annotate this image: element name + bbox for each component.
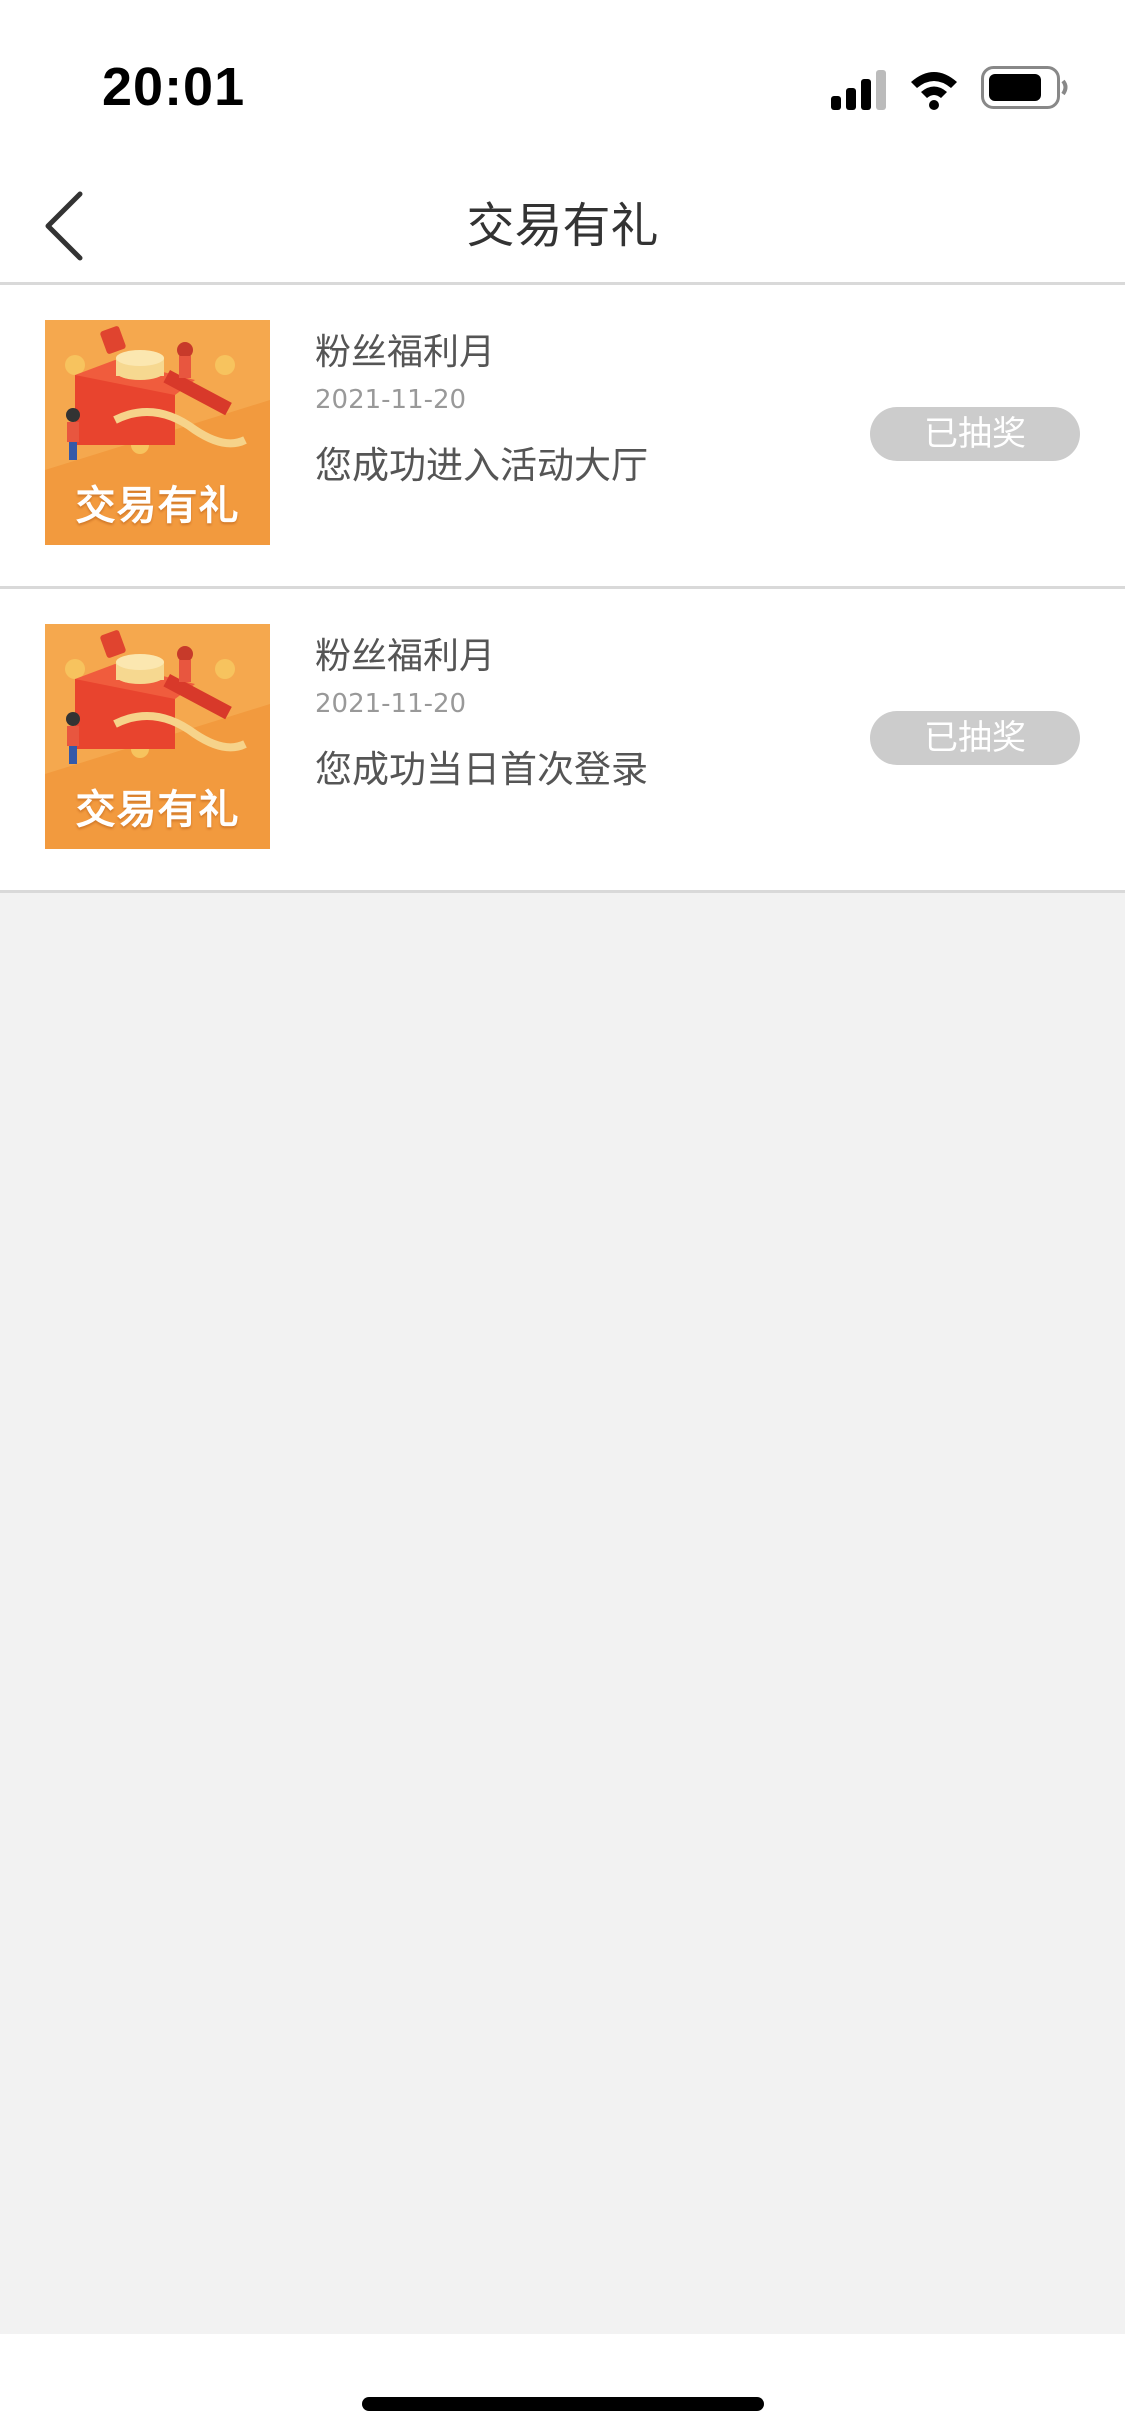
wifi-icon xyxy=(911,72,957,110)
status-bar: 20:01 xyxy=(0,0,1125,170)
activity-list: 交易有礼 粉丝福利月 2021-11-20 您成功进入活动大厅 已抽奖 交易有礼… xyxy=(0,285,1125,893)
item-description: 您成功进入活动大厅 xyxy=(315,444,648,487)
drawn-status-badge[interactable]: 已抽奖 xyxy=(870,407,1080,461)
battery-icon xyxy=(981,66,1068,109)
item-title: 粉丝福利月 xyxy=(315,636,496,677)
nav-bar: 交易有礼 xyxy=(0,170,1125,285)
list-item[interactable]: 交易有礼 粉丝福利月 2021-11-20 您成功当日首次登录 已抽奖 xyxy=(0,589,1125,893)
cellular-signal-icon xyxy=(831,70,886,110)
page: 20:01 交易有礼 交易有礼 粉丝福利月 2021-11-20 您成功进入活动… xyxy=(0,0,1125,2436)
list-item[interactable]: 交易有礼 粉丝福利月 2021-11-20 您成功进入活动大厅 已抽奖 xyxy=(0,285,1125,589)
gift-thumbnail: 交易有礼 xyxy=(45,624,270,849)
item-date: 2021-11-20 xyxy=(315,385,467,415)
item-description: 您成功当日首次登录 xyxy=(315,748,648,791)
item-title: 粉丝福利月 xyxy=(315,332,496,373)
thumbnail-caption: 交易有礼 xyxy=(75,482,240,529)
thumbnail-caption: 交易有礼 xyxy=(75,786,240,833)
status-time: 20:01 xyxy=(102,57,246,117)
status-icons xyxy=(831,62,1071,116)
home-indicator[interactable] xyxy=(362,2397,764,2411)
bottom-safe-area xyxy=(0,2334,1125,2436)
gift-thumbnail: 交易有礼 xyxy=(45,320,270,545)
drawn-status-badge[interactable]: 已抽奖 xyxy=(870,711,1080,765)
page-title: 交易有礼 xyxy=(466,198,659,254)
item-date: 2021-11-20 xyxy=(315,689,467,719)
